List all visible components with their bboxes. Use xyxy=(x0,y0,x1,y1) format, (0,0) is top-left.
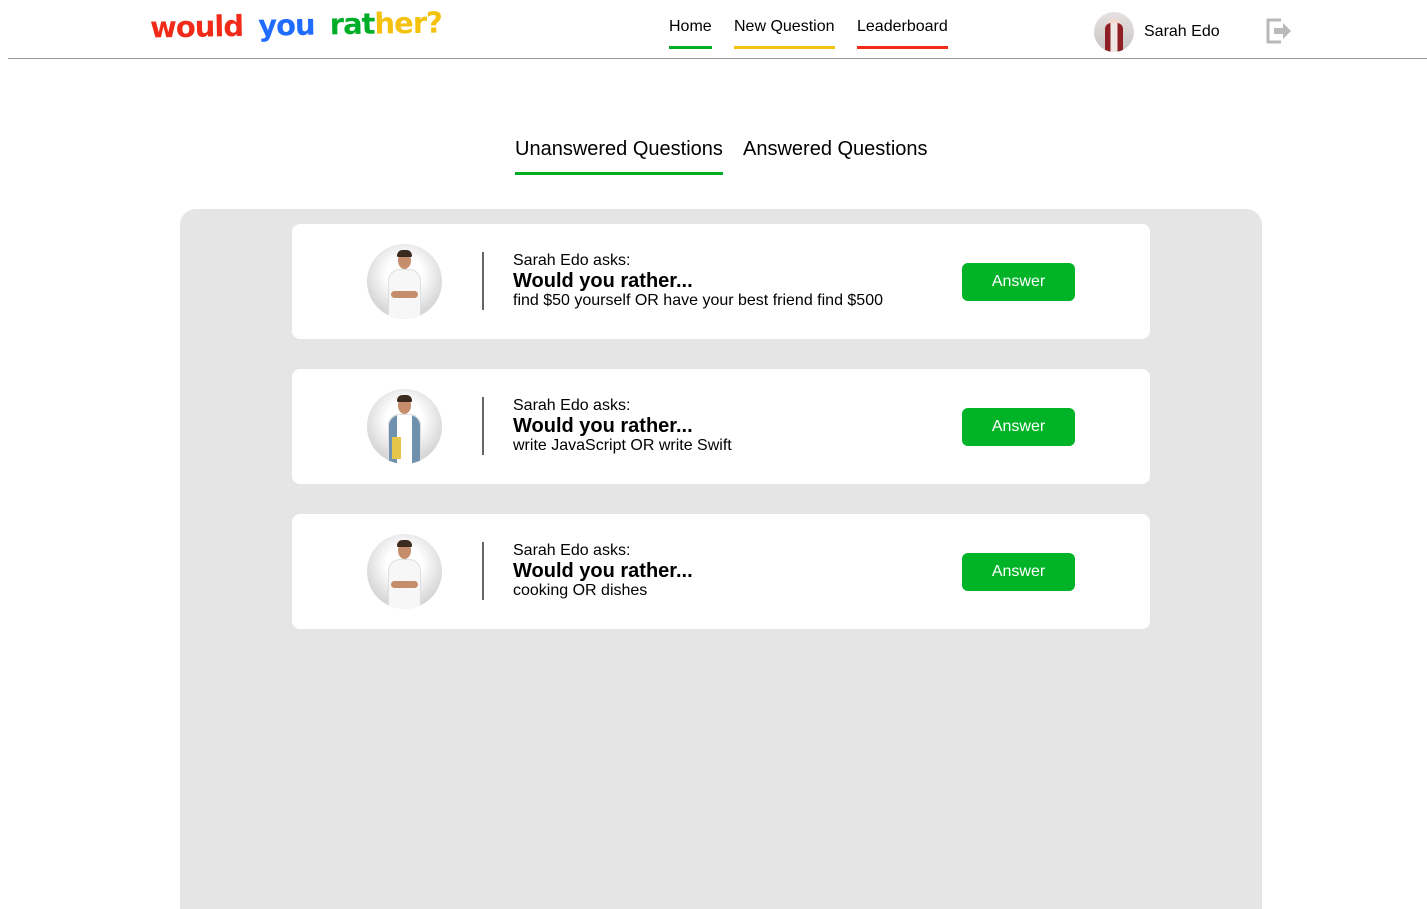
question-author-avatar xyxy=(367,244,442,319)
answer-button[interactable]: Answer xyxy=(962,553,1075,591)
question-author-avatar xyxy=(367,389,442,464)
tab-answered-label: Answered Questions xyxy=(743,138,928,160)
question-options: cooking OR dishes xyxy=(513,582,648,599)
question-author-avatar xyxy=(367,534,442,609)
active-tab-underline xyxy=(515,172,723,175)
would-you-rather-logo[interactable]: would you rather? xyxy=(150,5,443,44)
nav-home-label: Home xyxy=(669,18,712,35)
would-you-rather-heading: Would you rather... xyxy=(513,270,693,292)
avatar-arms xyxy=(391,291,418,298)
nav-leaderboard-label: Leaderboard xyxy=(857,18,948,35)
answer-button[interactable]: Answer xyxy=(962,263,1075,301)
nav-home[interactable]: Home xyxy=(669,17,712,49)
current-user-avatar xyxy=(1094,12,1134,52)
avatar-arms xyxy=(391,581,418,588)
avatar-hair xyxy=(397,250,412,257)
card-divider xyxy=(482,397,484,455)
tab-answered-questions[interactable]: Answered Questions xyxy=(743,138,928,161)
logo-word-her: her? xyxy=(374,5,443,41)
avatar-hair xyxy=(397,540,412,547)
avatar-hair xyxy=(397,395,412,402)
question-options: find $50 yourself OR have your best frie… xyxy=(513,292,883,309)
question-asker: Sarah Edo asks: xyxy=(513,252,631,269)
card-divider xyxy=(482,252,484,310)
would-you-rather-heading: Would you rather... xyxy=(513,415,693,437)
tab-unanswered-questions[interactable]: Unanswered Questions xyxy=(515,138,723,175)
nav-leaderboard-underline xyxy=(857,46,948,49)
nav-leaderboard[interactable]: Leaderboard xyxy=(857,17,948,49)
top-navigation-bar: would you rather? Home New Question Lead… xyxy=(8,0,1427,59)
nav-new-question-label: New Question xyxy=(734,18,835,35)
logo-word-rat: rat xyxy=(329,6,375,42)
current-user-name: Sarah Edo xyxy=(1144,23,1220,40)
nav-new-question[interactable]: New Question xyxy=(734,17,835,49)
logout-button[interactable] xyxy=(1264,16,1294,46)
would-you-rather-heading: Would you rather... xyxy=(513,560,693,582)
logo-word-you: you xyxy=(257,7,315,43)
avatar-book xyxy=(392,437,401,459)
question-options: write JavaScript OR write Swift xyxy=(513,437,732,454)
tab-unanswered-label: Unanswered Questions xyxy=(515,138,723,160)
nav-new-question-underline xyxy=(734,46,835,49)
nav-home-underline xyxy=(669,46,712,49)
questions-panel: Sarah Edo asks: Would you rather... find… xyxy=(180,209,1262,909)
logout-icon xyxy=(1266,18,1291,44)
question-card: Sarah Edo asks: Would you rather... writ… xyxy=(292,369,1150,484)
question-asker: Sarah Edo asks: xyxy=(513,542,631,559)
card-divider xyxy=(482,542,484,600)
question-card: Sarah Edo asks: Would you rather... find… xyxy=(292,224,1150,339)
answer-button[interactable]: Answer xyxy=(962,408,1075,446)
question-asker: Sarah Edo asks: xyxy=(513,397,631,414)
logo-word-would: would xyxy=(149,8,244,45)
question-card: Sarah Edo asks: Would you rather... cook… xyxy=(292,514,1150,629)
avatar-figure xyxy=(1105,23,1123,52)
